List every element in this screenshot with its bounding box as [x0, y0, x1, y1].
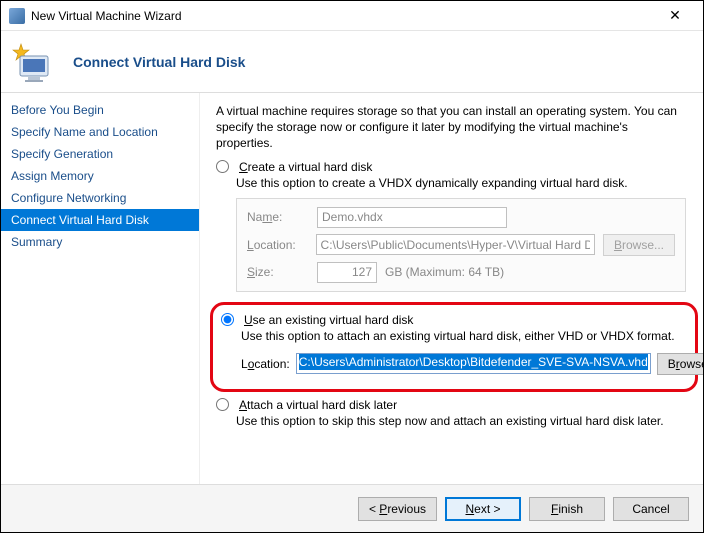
wizard-body: Before You Begin Specify Name and Locati…: [1, 93, 703, 484]
app-icon: [9, 8, 25, 24]
option-later-group: Attach a virtual hard disk later Use thi…: [216, 398, 687, 428]
step-summary[interactable]: Summary: [1, 231, 199, 253]
existing-location-row: Location: C:\Users\Administrator\Desktop…: [241, 353, 683, 375]
steps-sidebar: Before You Begin Specify Name and Locati…: [1, 93, 200, 484]
wizard-window: New Virtual Machine Wizard ✕ Connect Vir…: [0, 0, 704, 533]
finish-button[interactable]: Finish: [529, 497, 605, 521]
create-panel: Name: Location: Browse... Size: GB (Maxi…: [236, 198, 686, 292]
option-later-desc: Use this option to skip this step now an…: [236, 414, 687, 428]
option-create[interactable]: Create a virtual hard disk: [216, 160, 687, 174]
radio-existing[interactable]: [221, 313, 234, 326]
existing-location-field[interactable]: C:\Users\Administrator\Desktop\Bitdefend…: [296, 353, 651, 374]
create-location-field: [316, 234, 595, 255]
name-field: [317, 207, 507, 228]
step-before-you-begin[interactable]: Before You Begin: [1, 99, 199, 121]
option-existing[interactable]: Use an existing virtual hard disk: [221, 313, 683, 327]
name-label: Name:: [247, 210, 309, 224]
wizard-content: A virtual machine requires storage so th…: [200, 93, 703, 484]
browse-existing-button[interactable]: Browse...: [657, 353, 703, 375]
titlebar: New Virtual Machine Wizard ✕: [1, 1, 703, 31]
size-field: [317, 262, 377, 283]
size-unit: GB (Maximum: 64 TB): [385, 265, 504, 279]
option-existing-group: Use an existing virtual hard disk Use th…: [221, 313, 683, 375]
wizard-footer: < Previous Next > Finish Cancel: [1, 484, 703, 532]
next-button[interactable]: Next >: [445, 497, 521, 521]
step-connect-vhd[interactable]: Connect Virtual Hard Disk: [1, 209, 199, 231]
wizard-icon: [11, 40, 55, 84]
step-assign-memory[interactable]: Assign Memory: [1, 165, 199, 187]
radio-later[interactable]: [216, 398, 229, 411]
option-later[interactable]: Attach a virtual hard disk later: [216, 398, 687, 412]
page-title: Connect Virtual Hard Disk: [73, 54, 245, 70]
highlight-annotation: Use an existing virtual hard disk Use th…: [210, 302, 698, 392]
create-location-label: Location:: [247, 238, 308, 252]
option-create-desc: Use this option to create a VHDX dynamic…: [236, 176, 687, 190]
close-button[interactable]: ✕: [655, 2, 695, 30]
size-label: Size:: [247, 265, 309, 279]
existing-location-label: Location:: [241, 357, 290, 371]
step-specify-generation[interactable]: Specify Generation: [1, 143, 199, 165]
option-create-group: Create a virtual hard disk Use this opti…: [216, 160, 687, 292]
option-existing-desc: Use this option to attach an existing vi…: [241, 329, 683, 343]
wizard-header: Connect Virtual Hard Disk: [1, 31, 703, 93]
intro-text: A virtual machine requires storage so th…: [216, 103, 687, 152]
step-specify-name[interactable]: Specify Name and Location: [1, 121, 199, 143]
step-configure-networking[interactable]: Configure Networking: [1, 187, 199, 209]
window-title: New Virtual Machine Wizard: [31, 9, 655, 23]
cancel-button[interactable]: Cancel: [613, 497, 689, 521]
radio-create[interactable]: [216, 160, 229, 173]
browse-create-button: Browse...: [603, 234, 675, 256]
previous-button[interactable]: < Previous: [358, 497, 437, 521]
